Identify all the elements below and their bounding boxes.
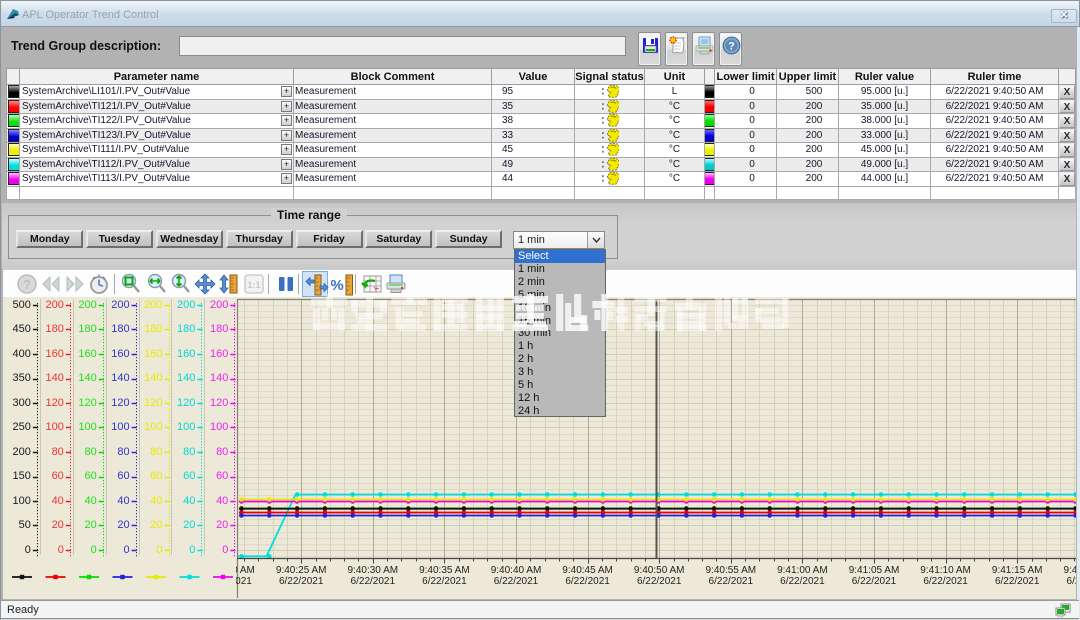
svg-text:?: ? <box>23 277 31 292</box>
svg-text:?: ? <box>728 41 735 53</box>
svg-text:1:1: 1:1 <box>247 280 260 290</box>
